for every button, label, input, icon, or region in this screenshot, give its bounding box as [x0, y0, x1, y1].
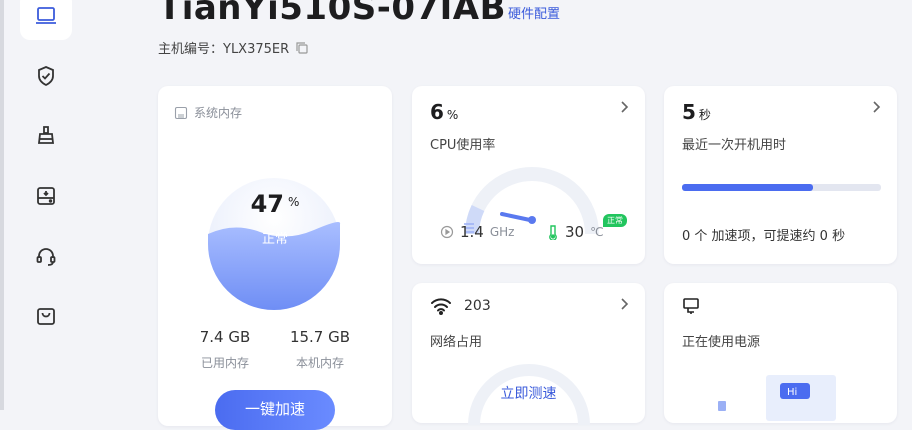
- speed-test-button[interactable]: 立即测速: [412, 383, 645, 403]
- cpu-frequency: 1.4 GHz: [440, 223, 514, 241]
- sidebar-item-security[interactable]: [20, 52, 72, 100]
- sidebar-item-support[interactable]: [20, 232, 72, 280]
- chat-bubble-text: Hi: [787, 387, 797, 398]
- laptop-icon: [36, 7, 56, 24]
- cpu-frequency-value: 1.4: [460, 223, 484, 241]
- power-adapter-icon: [683, 298, 699, 314]
- boot-time-unit: 秒: [698, 108, 711, 122]
- boot-time-value: 5: [682, 100, 696, 124]
- memory-label: 系统内存: [194, 106, 243, 120]
- used-memory-value: 7.4 GB: [199, 328, 251, 346]
- boot-time-card[interactable]: 5秒 最近一次开机用时 0 个 加速项，可提速约 0 秒: [664, 86, 897, 264]
- memory-header: 系统内存: [174, 104, 242, 121]
- used-memory-label: 已用内存: [200, 356, 249, 370]
- boot-description: 0 个 加速项，可提速约 0 秒: [682, 229, 846, 244]
- memory-card: 系统内存 47% 正常 7.4 GB 已用内存 15.7 GB 本机内存 一键加…: [158, 86, 392, 430]
- boot-progress-bar: [682, 184, 881, 191]
- sidebar-item-device[interactable]: [20, 0, 72, 40]
- power-card: 正在使用电源 Hi: [664, 283, 897, 423]
- memory-percent-value: 47: [250, 190, 284, 218]
- network-header: 203: [430, 297, 491, 315]
- device-title: TianYi510S-07IAB: [158, 0, 507, 28]
- clock-icon: [440, 225, 454, 239]
- memory-percent-unit: %: [288, 195, 300, 209]
- chevron-right-icon[interactable]: [871, 100, 881, 114]
- memory-status: 正常: [261, 232, 288, 247]
- boot-progress-fill: [682, 184, 814, 191]
- sidebar-item-store[interactable]: [20, 292, 72, 340]
- chevron-right-icon[interactable]: [619, 100, 629, 114]
- drive-icon: [37, 187, 55, 205]
- memory-percent: 47%: [158, 190, 392, 218]
- used-memory: 7.4 GB 已用内存: [180, 328, 270, 371]
- shopping-bag-icon: [37, 308, 55, 325]
- hardware-config-link[interactable]: 硬件配置: [508, 3, 560, 22]
- thermometer-icon: [549, 225, 557, 240]
- power-illustration: Hi: [718, 375, 836, 421]
- network-card[interactable]: 203 网络占用 立即测速: [412, 283, 645, 425]
- chevron-right-icon[interactable]: [619, 297, 629, 311]
- total-memory-label: 本机内存: [295, 356, 344, 370]
- copy-icon[interactable]: [295, 41, 309, 55]
- cpu-temperature: 30 ℃: [547, 223, 604, 241]
- shield-check-icon: [38, 66, 54, 87]
- broom-icon: [37, 126, 55, 144]
- host-id-text: 主机编号：YLX375ER: [158, 42, 290, 57]
- cpu-temperature-value: 30: [565, 223, 585, 241]
- power-label: 正在使用电源: [682, 335, 761, 350]
- wifi-icon: [431, 298, 451, 315]
- cpu-frequency-unit: GHz: [489, 225, 515, 239]
- cpu-temperature-unit: ℃: [590, 225, 604, 239]
- cpu-usage-unit: %: [446, 108, 459, 122]
- one-click-boost-button[interactable]: 一键加速: [215, 390, 335, 430]
- network-value: 203: [464, 298, 491, 314]
- boot-time-label: 最近一次开机用时: [682, 138, 787, 153]
- sidebar-item-drivers[interactable]: [20, 172, 72, 220]
- total-memory-value: 15.7 GB: [289, 328, 351, 346]
- status-badge: 正常: [603, 214, 627, 227]
- cpu-usage: 6%: [430, 100, 458, 124]
- headset-icon: [36, 248, 56, 266]
- sidebar-item-cleanup[interactable]: [20, 112, 72, 160]
- cpu-usage-value: 6: [430, 100, 444, 124]
- memory-icon: [174, 106, 188, 119]
- total-memory: 15.7 GB 本机内存: [275, 328, 365, 371]
- cpu-card[interactable]: 6% CPU使用率 1.4 GHz 30 ℃ 正常: [412, 86, 645, 264]
- host-id: 主机编号：YLX375ER: [158, 38, 309, 57]
- sidebar: [4, 0, 92, 410]
- boot-time: 5秒: [682, 100, 711, 124]
